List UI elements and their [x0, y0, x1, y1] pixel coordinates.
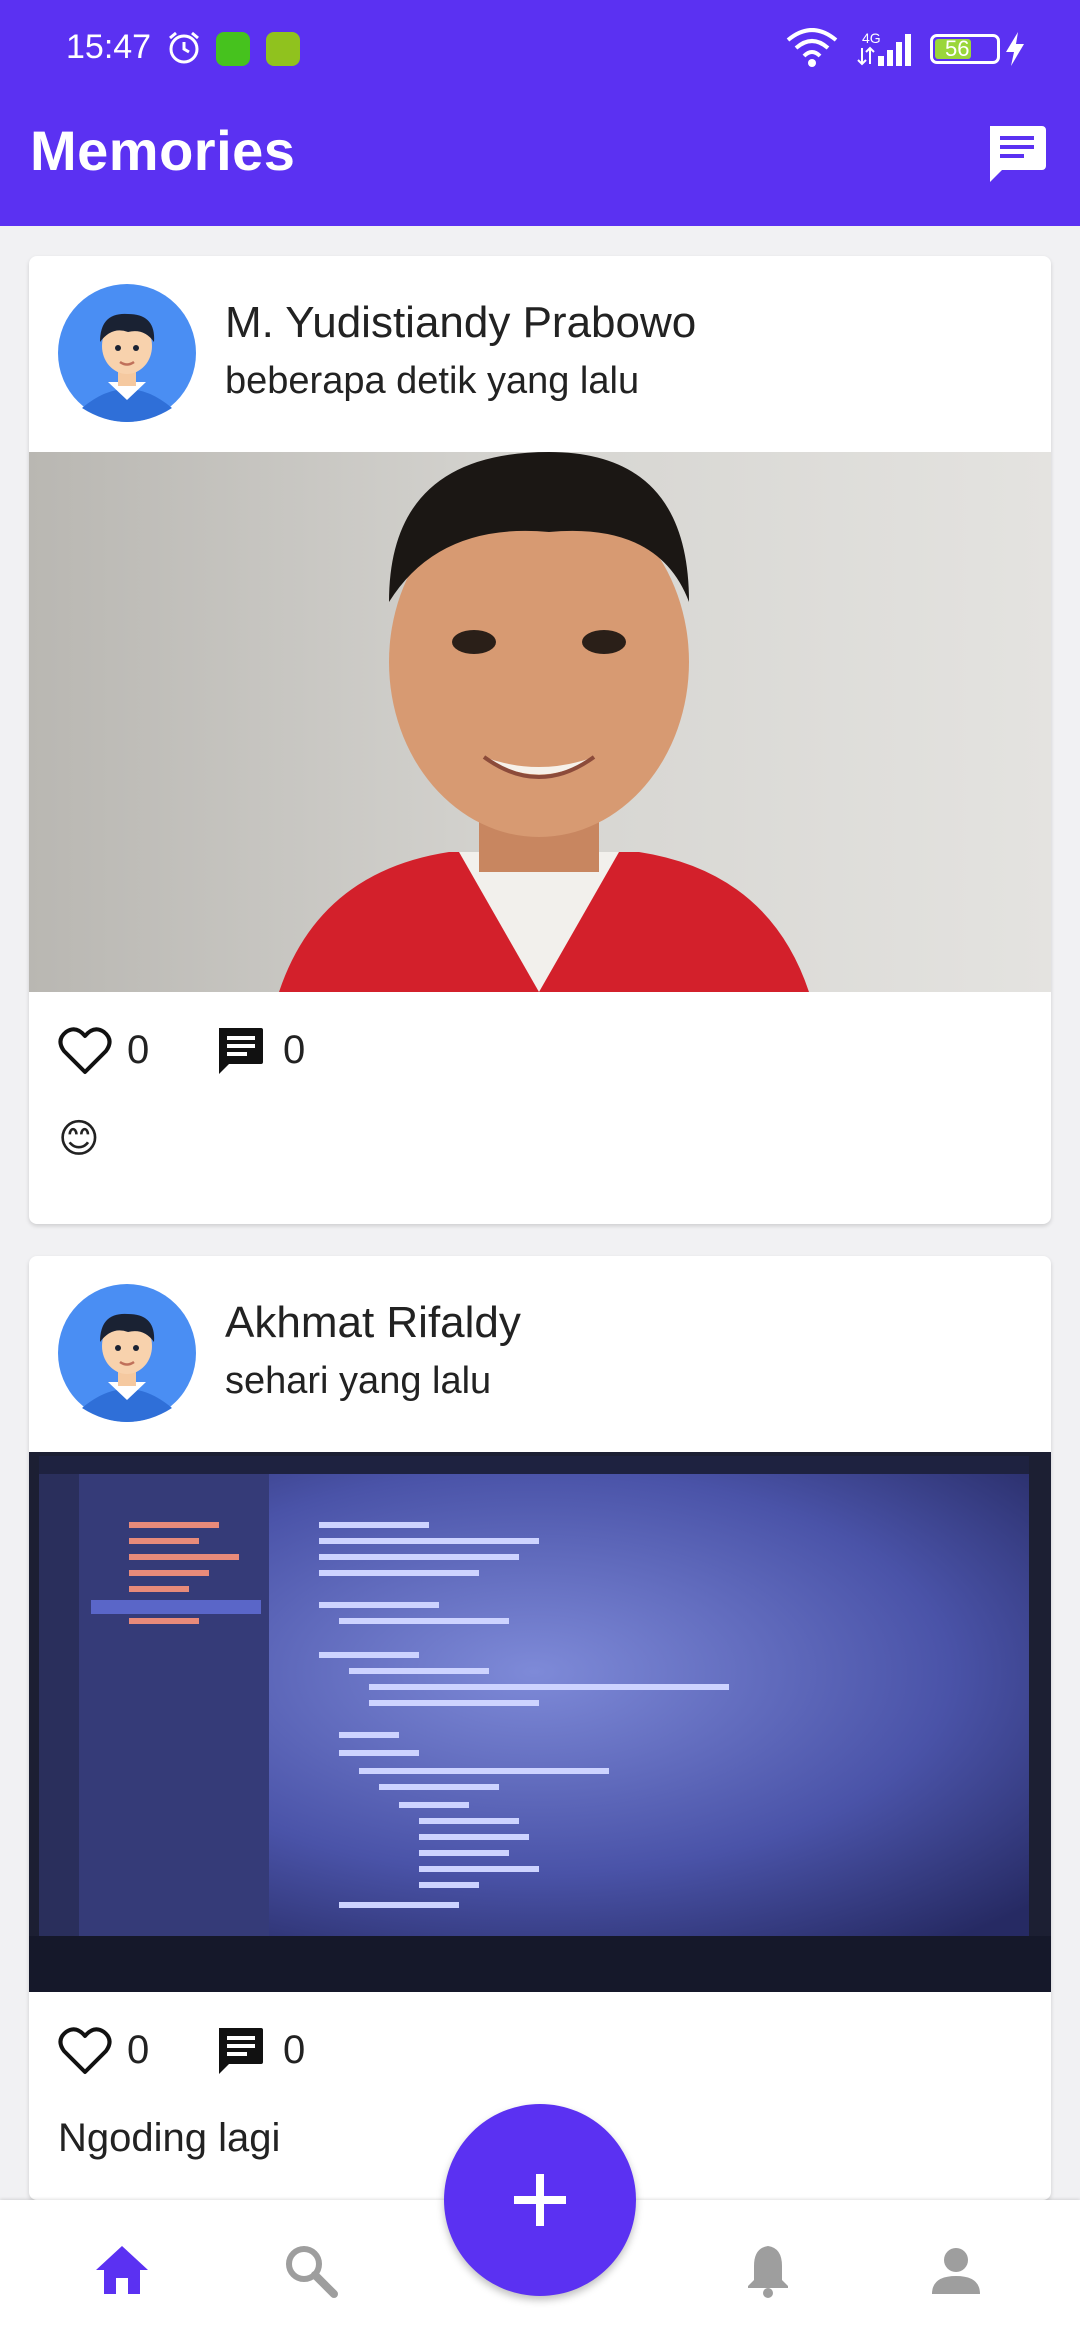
add-post-button[interactable]: [444, 2104, 636, 2296]
post-card[interactable]: M. Yudistiandy Prabowo beberapa detik ya…: [29, 256, 1051, 1224]
like-count: 0: [127, 2028, 150, 2072]
app-title: Memories: [30, 119, 296, 182]
avatar[interactable]: [58, 284, 196, 422]
post-time: sehari yang lalu: [225, 1360, 492, 1402]
avatar[interactable]: [58, 1284, 196, 1422]
comment-icon[interactable]: [215, 1026, 265, 1076]
post-photo[interactable]: [29, 452, 1051, 992]
post-author[interactable]: Akhmat Rifaldy: [225, 1298, 521, 1348]
chat-icon[interactable]: [984, 124, 1048, 184]
comment-icon[interactable]: [215, 2026, 265, 2076]
signal-icon: [857, 34, 911, 66]
post-card[interactable]: Akhmat Rifaldy sehari yang lalu 0 0 Ngod…: [29, 1256, 1051, 2200]
battery-level: 56: [945, 36, 970, 61]
bell-icon[interactable]: [738, 2240, 798, 2300]
wifi-icon: [786, 28, 838, 67]
app-notification-icon: [216, 32, 250, 66]
status-bar: 15:47 4G 56: [0, 0, 1080, 100]
post-author[interactable]: M. Yudistiandy Prabowo: [225, 298, 696, 348]
post-actions: 0 0: [29, 1016, 1051, 1086]
charging-icon: [1006, 32, 1024, 66]
alarm-icon: [169, 31, 199, 64]
top-app-bar: 15:47 4G 56 Memories: [0, 0, 1080, 226]
heart-icon[interactable]: [58, 2026, 112, 2076]
add-icon: [514, 2174, 566, 2226]
status-time: 15:47: [66, 28, 152, 66]
search-icon[interactable]: [280, 2240, 340, 2300]
home-icon[interactable]: [92, 2240, 152, 2300]
comment-count: 0: [283, 2028, 306, 2072]
post-time: beberapa detik yang lalu: [225, 360, 640, 402]
like-count: 0: [127, 1028, 150, 1072]
person-icon[interactable]: [926, 2240, 986, 2300]
post-actions: 0 0: [29, 2016, 1051, 2086]
comment-count: 0: [283, 1028, 306, 1072]
heart-icon[interactable]: [58, 1026, 112, 1076]
post-caption: Ngoding lagi: [58, 2116, 281, 2160]
post-caption: 😊: [58, 1117, 100, 1161]
app-notification-icon: [266, 32, 300, 66]
battery-icon: 56: [930, 34, 1000, 64]
post-photo[interactable]: [29, 1452, 1051, 1992]
